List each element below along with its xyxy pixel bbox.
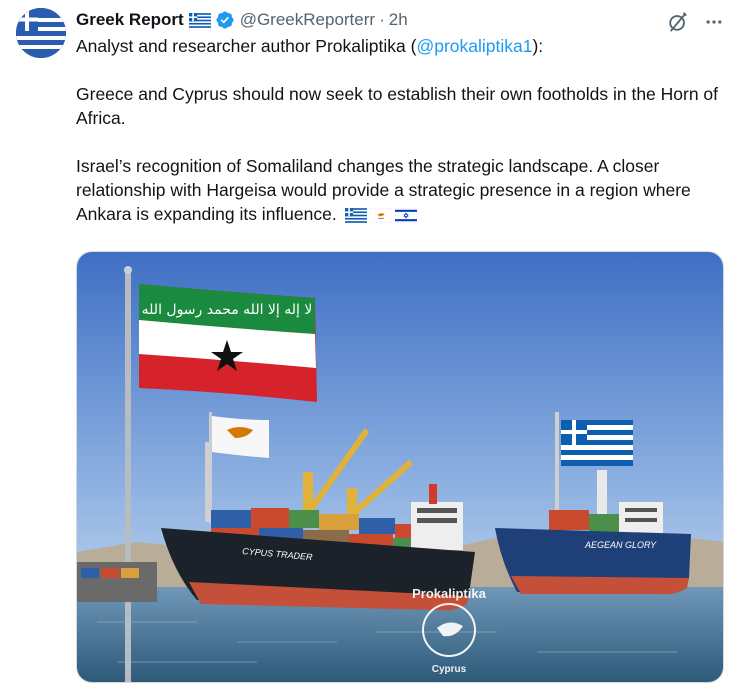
flag-script-text: لا إله إلا الله محمد رسول الله	[142, 302, 313, 318]
somaliland-flag: لا إله إلا الله محمد رسول الله	[139, 284, 317, 402]
ship-right-name: AEGEAN GLORY	[584, 540, 657, 550]
cyprus-flag-icon	[369, 207, 392, 223]
watermark-bottom-text: Cyprus	[432, 664, 467, 675]
author-handle[interactable]: @GreekReporterr	[240, 10, 375, 30]
separator-dot: ·	[379, 10, 385, 29]
tweet[interactable]: Greek Report @GreekReporterr · 2h Analys…	[0, 0, 746, 691]
tweet-paragraph-1: Analyst and researcher author Prokalipti…	[76, 34, 731, 58]
more-dots-icon	[706, 20, 722, 24]
text-segment: ):	[532, 36, 544, 56]
grok-icon[interactable]	[664, 8, 692, 36]
mention-link[interactable]: @prokaliptika1	[416, 36, 532, 56]
greek-flag-avatar-icon	[16, 8, 66, 58]
tweet-text: Analyst and researcher author Prokalipti…	[76, 34, 731, 226]
text-segment: Analyst and researcher author Prokalipti…	[76, 36, 417, 56]
ships-harbor-illustration: لا إله إلا الله محمد رسول الله CYPUS TRA…	[77, 252, 723, 682]
greece-flag-icon	[188, 12, 211, 28]
greece-flag-icon	[344, 208, 367, 223]
israel-flag-icon	[394, 207, 417, 223]
verified-badge-icon[interactable]	[215, 10, 235, 30]
watermark-top-text: Prokaliptika	[412, 586, 486, 601]
tweet-paragraph-3: Israel’s recognition of Somaliland chang…	[76, 154, 731, 226]
avatar[interactable]	[16, 8, 66, 58]
tweet-time[interactable]: 2h	[389, 10, 408, 30]
tweet-header: Greek Report @GreekReporterr · 2h	[76, 8, 408, 32]
tweet-image[interactable]: لا إله إلا الله محمد رسول الله CYPUS TRA…	[76, 251, 724, 683]
tweet-paragraph-2: Greece and Cyprus should now seek to est…	[76, 84, 719, 128]
more-icon[interactable]	[700, 8, 728, 36]
grok-icon-graphic	[669, 12, 687, 32]
author-name[interactable]: Greek Report	[76, 10, 184, 30]
